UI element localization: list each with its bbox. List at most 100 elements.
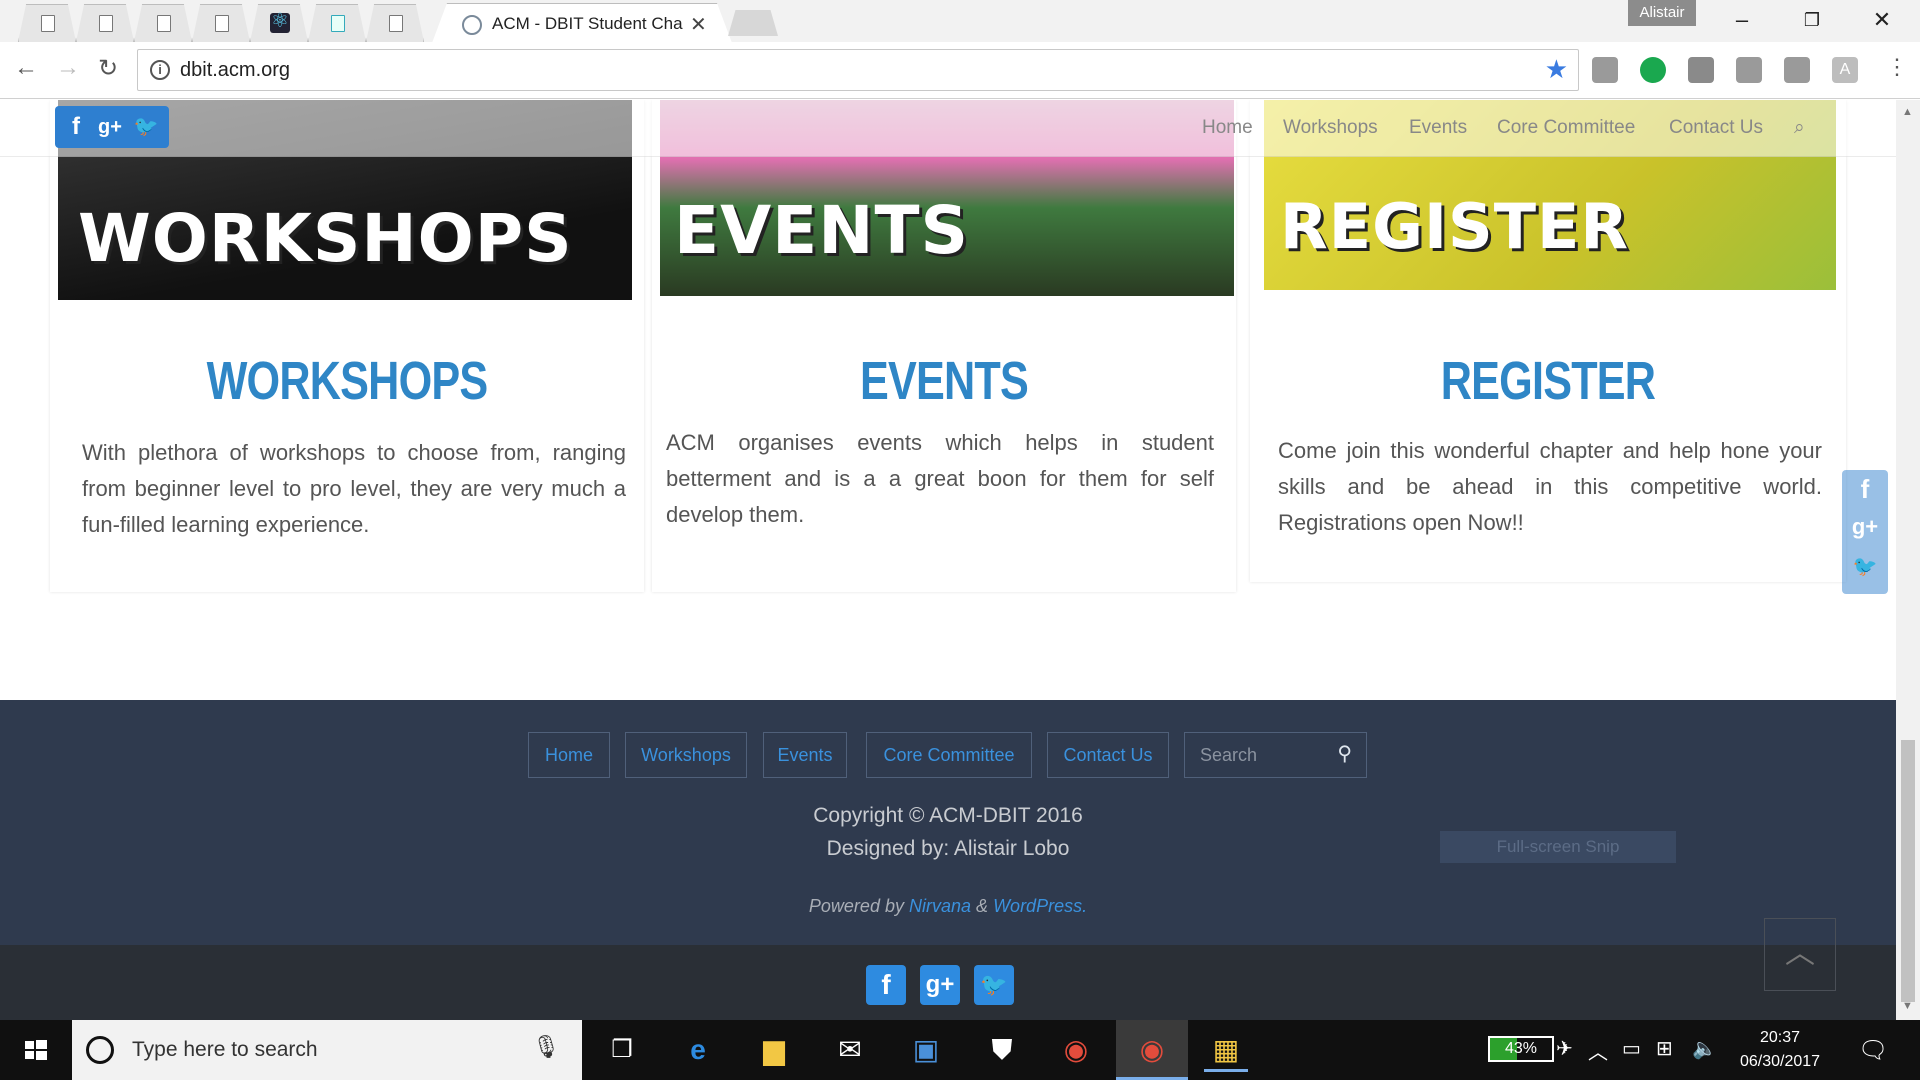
scroll-down-arrow-icon[interactable]: ▼ — [1902, 1000, 1913, 1012]
powered-prefix: Powered by — [808, 896, 904, 916]
browser-tab-active[interactable]: ACM - DBIT Student Cha ✕ — [432, 3, 732, 43]
chrome-icon[interactable]: ◉ — [1054, 1028, 1098, 1072]
forward-icon[interactable]: → — [56, 54, 80, 82]
cortana-icon[interactable] — [86, 1036, 114, 1064]
new-tab-button[interactable] — [728, 10, 778, 36]
task-view-icon[interactable]: ❐ — [600, 1028, 644, 1072]
camera-icon[interactable] — [1688, 57, 1714, 83]
battery-icon[interactable]: ▭ — [1622, 1036, 1641, 1061]
site-header: f g+ 🐦 Home Workshops Events Core Commit… — [0, 100, 1896, 157]
profile-badge[interactable]: Alistair — [1628, 0, 1696, 26]
scroll-to-top-button[interactable]: ︿ — [1764, 918, 1836, 991]
bookmark-star-icon[interactable]: ★ — [1545, 54, 1568, 85]
tab-title: ACM - DBIT Student Cha — [492, 14, 683, 33]
network-icon[interactable]: ⊞ — [1656, 1036, 1673, 1061]
file-explorer-icon[interactable]: ▆ — [752, 1028, 796, 1072]
browser-tab[interactable] — [134, 4, 192, 42]
browser-tab[interactable] — [76, 4, 134, 42]
card-events: EVENTS EVENTS ACM organises events which… — [652, 100, 1236, 592]
page-icon — [41, 15, 55, 32]
taskbar-active-app[interactable]: ◉ — [1116, 1020, 1188, 1080]
extension-icon[interactable] — [1784, 57, 1810, 83]
minimize-button[interactable]: – — [1712, 0, 1772, 40]
footer-nav-workshops[interactable]: Workshops — [625, 732, 747, 778]
card-text: Come join this wonderful chapter and hel… — [1278, 438, 1822, 535]
battery-indicator[interactable]: 43% — [1488, 1036, 1554, 1062]
card-title[interactable]: EVENTS — [710, 350, 1177, 412]
address-bar[interactable]: i dbit.acm.org ★ — [137, 49, 1579, 91]
store-icon[interactable]: ⛊ — [980, 1028, 1024, 1072]
footer-nav-core-committee[interactable]: Core Committee — [866, 732, 1032, 778]
extension-icon[interactable] — [1640, 57, 1666, 83]
react-devtools-icon[interactable] — [1736, 57, 1762, 83]
scroll-up-arrow-icon[interactable]: ▲ — [1902, 106, 1913, 118]
facebook-icon[interactable]: f — [59, 110, 93, 144]
image-caption: REGISTER — [1280, 190, 1630, 263]
browser-tab[interactable] — [192, 4, 250, 42]
google-plus-icon[interactable]: g+ — [93, 110, 127, 144]
footer-nav-contact-us[interactable]: Contact Us — [1047, 732, 1169, 778]
nav-home[interactable]: Home — [1202, 117, 1253, 139]
extension-icon[interactable] — [1592, 57, 1618, 83]
info-icon[interactable]: i — [150, 60, 170, 80]
google-plus-icon[interactable]: g+ — [920, 965, 960, 1005]
search-icon[interactable]: ⚲ — [1337, 741, 1352, 766]
date-text: 06/30/2017 — [1739, 1053, 1821, 1070]
footer-nav-events[interactable]: Events — [763, 732, 847, 778]
menu-icon[interactable]: ⋮ — [1886, 54, 1908, 80]
nav-contact-us[interactable]: Contact Us — [1669, 117, 1763, 139]
wordpress-link[interactable]: WordPress. — [993, 896, 1087, 916]
card-workshops: WORKSHOPS WORKSHOPS With plethora of wor… — [50, 100, 644, 592]
chrome-icon: ◉ — [1139, 1034, 1165, 1065]
mail-icon[interactable]: ✉ — [828, 1028, 872, 1072]
search-icon[interactable]: ⌕ — [1794, 117, 1805, 139]
microphone-icon[interactable]: 🎙 — [532, 1034, 560, 1060]
taskbar-search-placeholder: Type here to search — [132, 1038, 318, 1061]
extension-a-icon[interactable]: A — [1832, 57, 1858, 83]
photos-icon[interactable]: ▣ — [904, 1028, 948, 1072]
close-tab-icon[interactable]: ✕ — [690, 12, 707, 37]
browser-tab-strip: ⚛ ACM - DBIT Student Cha ✕ Alistair – ❐ … — [0, 0, 1920, 43]
footer-search-field[interactable]: Search ⚲ — [1184, 732, 1367, 778]
footer: Home Workshops Events Core Committee Con… — [0, 700, 1896, 945]
acm-favicon-icon — [462, 15, 482, 35]
card-title[interactable]: REGISTER — [1310, 350, 1787, 412]
show-hidden-icons-icon[interactable]: ︿ — [1588, 1036, 1608, 1065]
scrollbar-thumb[interactable] — [1901, 740, 1915, 1002]
airplane-mode-icon[interactable]: ✈ — [1556, 1036, 1573, 1061]
reload-icon[interactable]: ↻ — [98, 54, 118, 83]
twitter-icon[interactable]: 🐦 — [129, 110, 163, 144]
back-icon[interactable]: ← — [14, 54, 38, 82]
start-button[interactable] — [0, 1020, 72, 1080]
browser-tab[interactable] — [308, 4, 366, 42]
app-icon — [331, 15, 345, 32]
browser-tab[interactable] — [18, 4, 76, 42]
footer-nav-home[interactable]: Home — [528, 732, 610, 778]
restore-button[interactable]: ❐ — [1782, 0, 1842, 40]
clock[interactable]: 20:37 06/30/2017 — [1730, 1026, 1830, 1074]
search-placeholder: Search — [1200, 745, 1258, 765]
card-title[interactable]: WORKSHOPS — [109, 350, 584, 412]
edge-icon[interactable]: e — [676, 1028, 720, 1072]
notifications-icon[interactable]: 🗨 — [1858, 1036, 1888, 1065]
nav-events[interactable]: Events — [1409, 117, 1467, 139]
browser-tab[interactable]: ⚛ — [250, 4, 308, 42]
taskbar-search[interactable]: Type here to search 🎙 — [72, 1020, 582, 1080]
browser-tab[interactable] — [366, 4, 424, 42]
url-text[interactable]: dbit.acm.org — [180, 59, 290, 82]
twitter-icon[interactable]: 🐦 — [974, 965, 1014, 1005]
app-icon[interactable]: ▦ — [1204, 1028, 1248, 1072]
facebook-icon[interactable]: f — [1842, 474, 1888, 505]
nav-workshops[interactable]: Workshops — [1283, 117, 1378, 139]
full-screen-snip-overlay: Full-screen Snip — [1440, 831, 1676, 863]
nirvana-link[interactable]: Nirvana — [909, 896, 971, 916]
page-icon — [157, 15, 171, 32]
google-plus-icon[interactable]: g+ — [1842, 514, 1888, 540]
volume-icon[interactable]: 🔈 — [1692, 1036, 1717, 1061]
card-text: With plethora of workshops to choose fro… — [82, 440, 626, 537]
twitter-icon[interactable]: 🐦 — [1842, 554, 1888, 579]
page-scrollbar[interactable]: ▲ ▼ — [1896, 100, 1920, 1020]
facebook-icon[interactable]: f — [866, 965, 906, 1005]
close-window-button[interactable]: ✕ — [1852, 0, 1912, 40]
nav-core-committee[interactable]: Core Committee — [1497, 117, 1635, 139]
